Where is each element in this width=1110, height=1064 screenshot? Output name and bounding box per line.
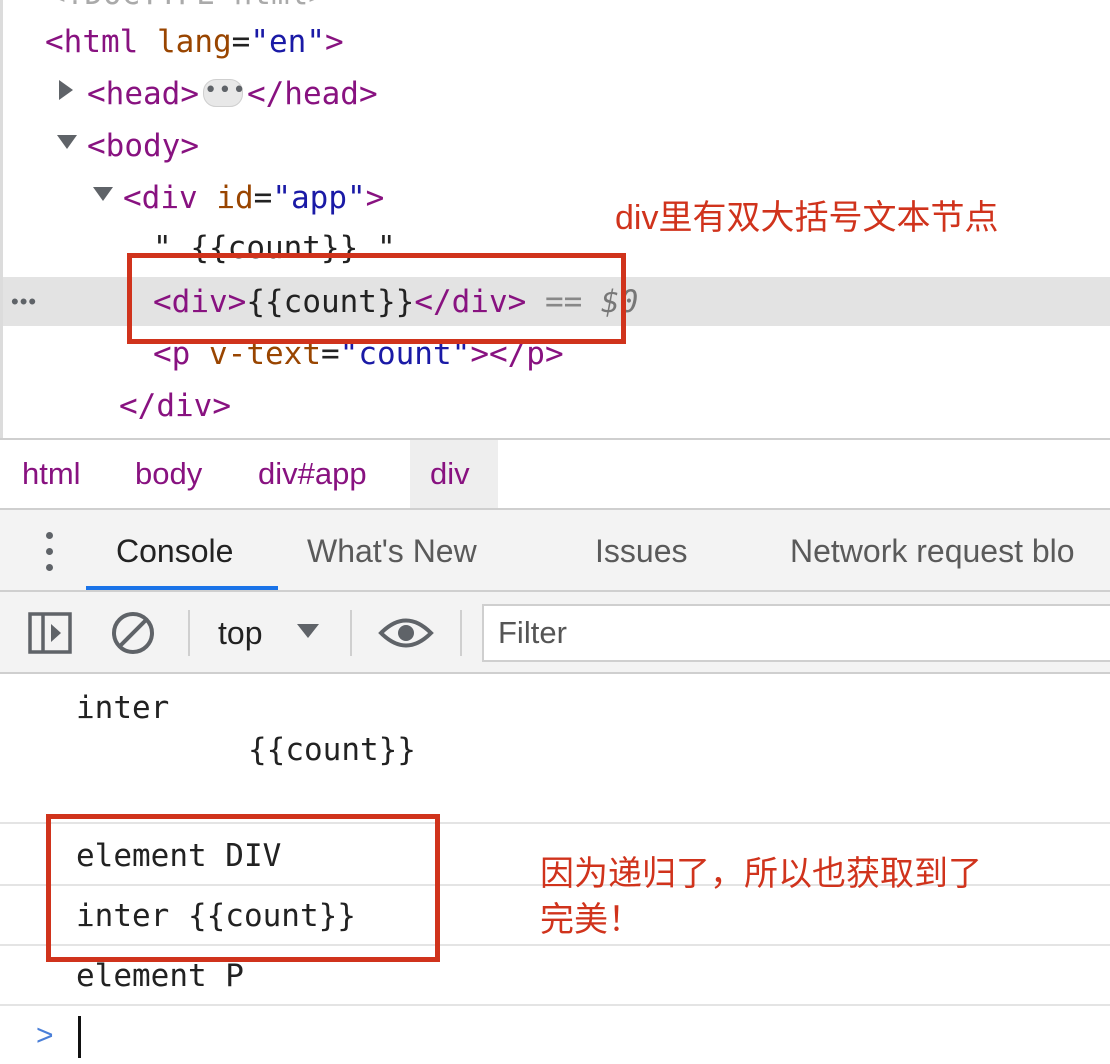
console-input-caret[interactable] <box>78 1016 81 1058</box>
highlight-box-elements <box>127 253 626 344</box>
filter-input[interactable]: Filter <box>482 604 1110 662</box>
tab-console[interactable]: Console <box>116 510 233 590</box>
breadcrumb-html[interactable]: html <box>0 440 116 508</box>
breadcrumb-body[interactable]: body <box>116 440 236 508</box>
toolbar-separator <box>350 610 352 656</box>
toolbar-separator <box>188 610 190 656</box>
tab-whats-new[interactable]: What's New <box>307 510 477 590</box>
lang-attr-value: "en" <box>250 24 325 60</box>
collapsed-ellipsis-icon[interactable]: ••• <box>202 78 246 107</box>
html-tag-close: > <box>324 24 344 60</box>
annotation-bottom-line1: 因为递归了，所以也获取到了 <box>540 855 982 893</box>
console-text: {{count}} <box>248 732 416 768</box>
context-selector[interactable]: top <box>218 592 262 672</box>
head-open-tag: <head> <box>87 76 199 112</box>
div-open-tag: <div <box>123 180 198 216</box>
console-text: inter <box>76 690 170 726</box>
filter-placeholder: Filter <box>498 615 567 650</box>
div-tag-close: > <box>365 180 385 216</box>
doctype-line-partial: <!DOCTYPE html> <box>47 0 327 14</box>
breadcrumb: html body div#app div <box>0 438 1110 510</box>
breadcrumb-div-app[interactable]: div#app <box>236 440 410 508</box>
console-toolbar: top Filter <box>0 592 1110 674</box>
console-text: element P <box>76 958 244 994</box>
tab-issues[interactable]: Issues <box>595 510 687 590</box>
equals-sign: = <box>253 180 273 216</box>
row-menu-icon[interactable]: ••• <box>11 282 37 322</box>
drawer-tab-bar: Console What's New Issues Network reques… <box>0 510 1110 592</box>
id-attr-name: id <box>216 180 254 216</box>
body-open-tag: <body> <box>87 128 199 164</box>
annotation-top: div里有双大括号文本节点 <box>615 199 999 237</box>
equals-sign: = <box>231 24 251 60</box>
prompt-chevron-icon: > <box>36 1019 54 1052</box>
div-close-line[interactable]: </div> <box>119 386 231 426</box>
active-tab-indicator <box>86 586 278 590</box>
head-close-tag: </head> <box>246 76 378 112</box>
tab-network-request-blocking[interactable]: Network request blo <box>790 510 1075 590</box>
toolbar-separator <box>460 610 462 656</box>
sidebar-toggle-icon[interactable] <box>28 612 72 654</box>
body-line[interactable]: <body> <box>87 126 199 166</box>
breadcrumb-div[interactable]: div <box>410 440 498 508</box>
highlight-box-console <box>46 814 440 962</box>
expand-triangle-icon[interactable] <box>59 80 73 100</box>
id-attr-value: "app" <box>272 180 366 216</box>
more-tabs-kebab-icon[interactable] <box>46 532 54 572</box>
head-line[interactable]: <head> •••</head> <box>87 74 378 114</box>
collapse-triangle-icon[interactable] <box>57 135 77 149</box>
console-message: inter {{count}} <box>0 674 1110 824</box>
context-label: top <box>218 615 263 651</box>
clear-console-icon[interactable] <box>110 610 156 656</box>
lang-attr-name: lang <box>157 24 232 60</box>
collapse-triangle-icon[interactable] <box>93 187 113 201</box>
eye-icon[interactable] <box>378 614 434 652</box>
html-tag: <html <box>45 24 139 60</box>
div-app-line[interactable]: <div id="app"> <box>123 178 384 218</box>
annotation-bottom-line2: 完美！ <box>540 901 642 939</box>
html-open-line[interactable]: <html lang="en"> <box>45 22 344 62</box>
elements-panel: <!DOCTYPE html> <html lang="en"> <head>•… <box>0 0 1110 438</box>
dropdown-arrow-icon[interactable] <box>297 624 319 638</box>
